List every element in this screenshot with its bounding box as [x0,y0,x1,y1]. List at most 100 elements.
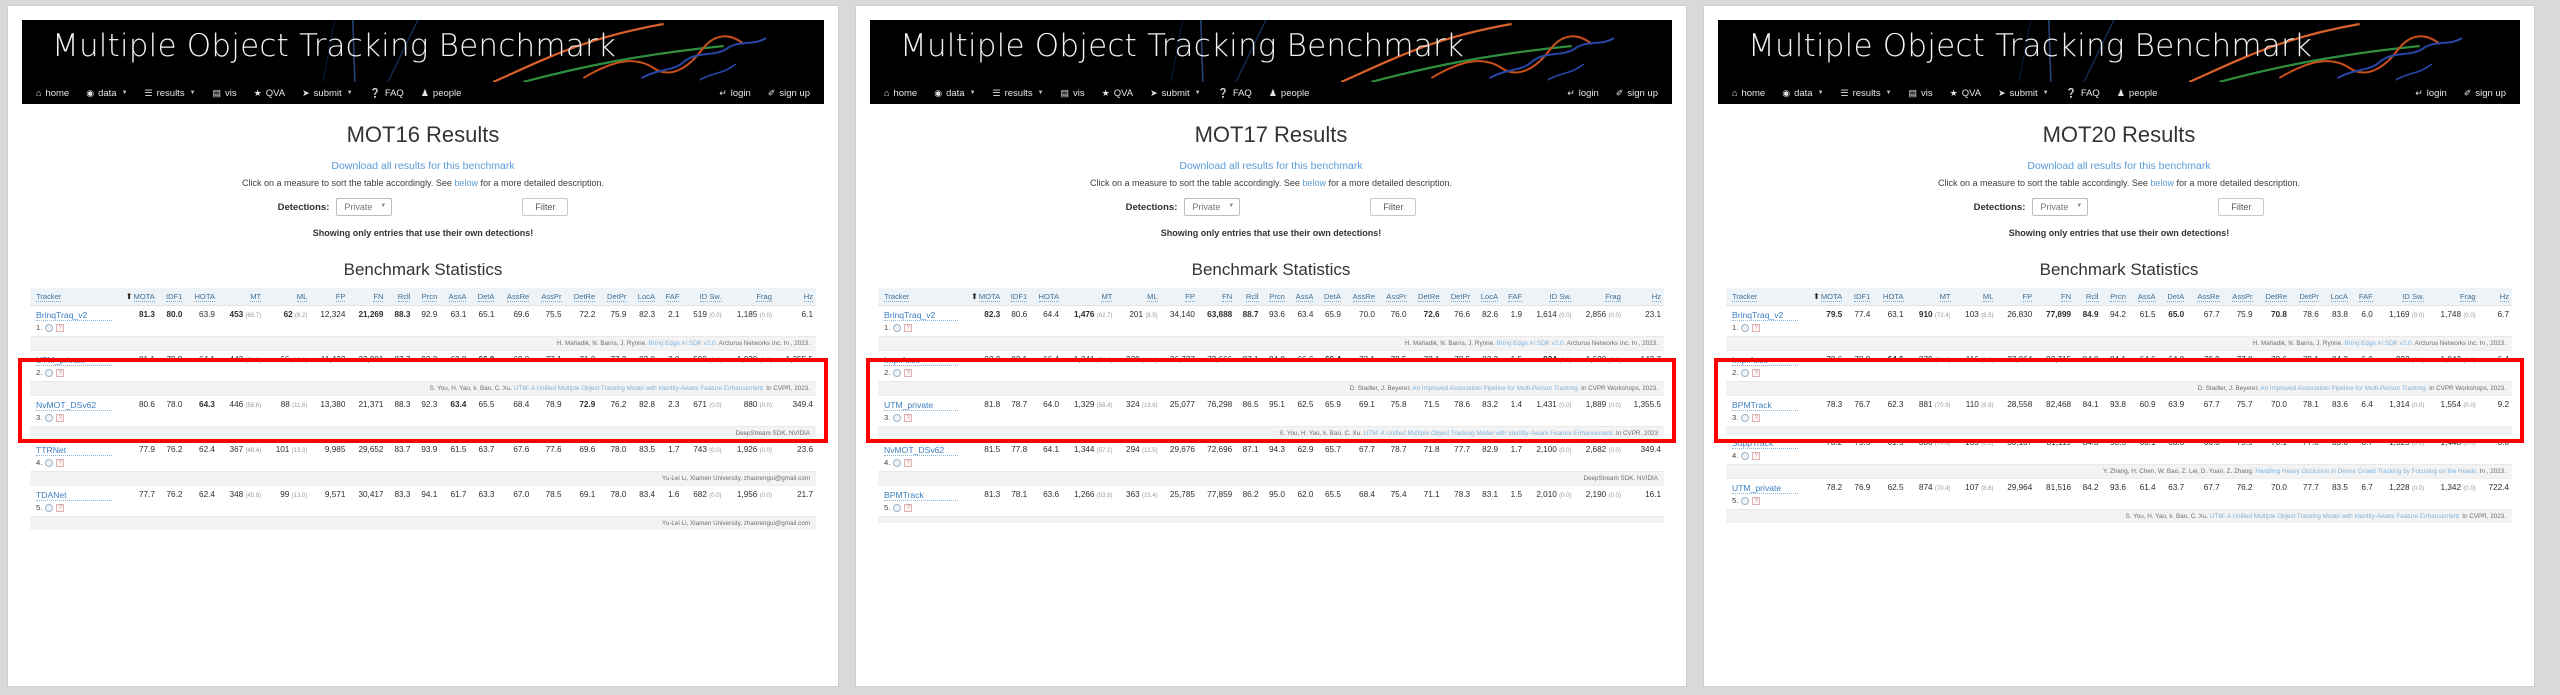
history-icon[interactable] [1741,323,1750,332]
column-header-rcll[interactable]: Rcll [1235,288,1262,306]
nav-item-vis[interactable]: ▤ vis [1909,88,1933,99]
tracker-link[interactable]: BrinqTraq_v2 [36,310,112,321]
tracker-link[interactable]: NvMOT_DSv62 [36,400,112,411]
question-icon[interactable]: ? [1752,368,1761,377]
question-icon[interactable]: ? [56,413,65,422]
history-icon[interactable] [893,413,902,422]
nav-item-login[interactable]: ↵ login [2415,88,2447,99]
column-header-faf[interactable]: FAF [1501,288,1526,306]
column-header-id-sw-[interactable]: ID Sw. [2375,288,2428,306]
below-link[interactable]: below [1302,178,1326,188]
column-header-fn[interactable]: FN [1197,288,1236,306]
column-header-tracker[interactable]: Tracker [30,288,115,306]
below-link[interactable]: below [2150,178,2174,188]
history-icon[interactable] [45,458,54,467]
detections-select[interactable]: Private ▼ [1184,198,1241,216]
table-row[interactable]: TDANet 5.? 77.7 76.2 62.4 348 (45.8) 99 (13.0)… [30,485,816,517]
column-header-id-sw-[interactable]: ID Sw. [1525,288,1575,306]
column-header-detre[interactable]: DetRe [564,288,599,306]
question-icon[interactable]: ? [1752,496,1761,505]
column-header-frag[interactable]: Frag [1574,288,1624,306]
nav-item-results[interactable]: ☰ results ▼ [145,88,196,99]
question-icon[interactable]: ? [1752,451,1761,460]
column-header-ml[interactable]: ML [264,288,311,306]
history-icon[interactable] [893,323,902,332]
table-row[interactable]: BPMTrack 3.? 78.3 76.7 62.3 881 (70.9) 110 (8.… [1726,395,2512,427]
history-icon[interactable] [45,323,54,332]
nav-item-login[interactable]: ↵ login [719,88,751,99]
nav-item-results[interactable]: ☰ results ▼ [1841,88,1892,99]
tracker-link[interactable]: UTM_private [884,400,959,411]
tracker-link[interactable]: NvMOT_DSv62 [884,445,959,456]
nav-item-home[interactable]: ⌂ home [36,88,69,99]
citation-title-link[interactable]: Brinq Edge AI SDK v2.0. [649,340,718,347]
citation-title-link[interactable]: UTM: A Unified Multiple Object Tracking … [1364,430,1614,437]
column-header-mota[interactable]: ⬆MOTA [1801,288,1846,306]
table-row[interactable]: BrinqTraq_v2 1.? 82.3 80.6 64.4 1,476 (62.7) 2… [878,305,1664,337]
column-header-assa[interactable]: AssA [2128,288,2159,306]
nav-item-data[interactable]: ◉ data ▼ [1782,88,1823,99]
table-row[interactable]: BrinqTraq_v2 1.? 79.5 77.4 63.1 910 (72.4) 103… [1726,305,2512,337]
citation-title-link[interactable]: Handling Heavy Occlusion in Dense Crowd … [2255,468,2478,475]
nav-item-data[interactable]: ◉ data ▼ [86,88,127,99]
nav-item-faq[interactable]: ❔ FAQ [2066,88,2100,99]
filter-button[interactable]: Filter [1370,198,1417,216]
citation-title-link[interactable]: An Improved Association Pipeline for Mul… [2260,385,2427,392]
column-header-faf[interactable]: FAF [658,288,683,306]
column-header-frag[interactable]: Frag [2427,288,2479,306]
table-row[interactable]: BrinqTraq_v2 1.? 81.3 80.0 63.9 453 (69.7) 62 … [30,305,816,337]
nav-item-faq[interactable]: ❔ FAQ [1218,88,1252,99]
question-icon[interactable]: ? [904,413,913,422]
column-header-tracker[interactable]: Tracker [878,288,962,306]
citation-title-link[interactable]: An Improved Association Pipeline for Mul… [1412,385,1579,392]
question-icon[interactable]: ? [904,323,913,332]
nav-item-login[interactable]: ↵ login [1567,88,1599,99]
column-header-prcn[interactable]: Prcn [1261,288,1288,306]
tracker-link[interactable]: TTRNet [36,445,112,456]
column-header-fn[interactable]: FN [2035,288,2075,306]
citation-title-link[interactable]: Brinq Edge AI SDK v2.0. [2345,340,2414,347]
question-icon[interactable]: ? [56,323,65,332]
column-header-mt[interactable]: MT [217,288,265,306]
tracker-link[interactable]: TDANet [36,490,112,501]
column-header-id-sw-[interactable]: ID Sw. [682,288,725,306]
nav-item-people[interactable]: ♟ people [1269,88,1310,99]
column-header-fn[interactable]: FN [348,288,387,306]
nav-item-vis[interactable]: ▤ vis [1061,88,1085,99]
table-row[interactable]: TTRNet 4.? 77.9 76.2 62.4 367 (48.4) 101 (13.3… [30,440,816,472]
column-header-detpr[interactable]: DetPr [598,288,630,306]
question-icon[interactable]: ? [904,458,913,467]
history-icon[interactable] [45,503,54,512]
detections-select[interactable]: Private ▼ [336,198,393,216]
history-icon[interactable] [1741,496,1750,505]
table-row[interactable]: BPMTrack 5.? 81.3 78.1 63.6 1,266 (53.8) 363 (… [878,485,1664,517]
column-header-loca[interactable]: LocA [1473,288,1502,306]
nav-item-vis[interactable]: ▤ vis [213,88,237,99]
nav-item-data[interactable]: ◉ data ▼ [934,88,975,99]
column-header-idf1[interactable]: IDF1 [1845,288,1874,306]
table-row[interactable]: UTM_private 2.? 81.1 78.8 64.1 442 (58.2) 66 (… [30,350,816,382]
column-header-fp[interactable]: FP [1996,288,2036,306]
history-icon[interactable] [893,503,902,512]
question-icon[interactable]: ? [56,368,65,377]
column-header-rcll[interactable]: Rcll [386,288,414,306]
citation-title-link[interactable]: UTM: A Unified Multiple Object Tracking … [2210,513,2460,520]
column-header-asspr[interactable]: AssPr [1377,288,1410,306]
column-header-asspr[interactable]: AssPr [532,288,565,306]
question-icon[interactable]: ? [904,503,913,512]
tracker-link[interactable]: ImprAsso [1732,355,1799,366]
nav-item-home[interactable]: ⌂ home [1732,88,1765,99]
column-header-prcn[interactable]: Prcn [2101,288,2129,306]
history-icon[interactable] [1741,368,1750,377]
history-icon[interactable] [893,368,902,377]
nav-item-people[interactable]: ♟ people [2117,88,2158,99]
nav-item-qva[interactable]: ★ QVA [1950,88,1981,99]
filter-button[interactable]: Filter [2218,198,2265,216]
column-header-frag[interactable]: Frag [724,288,775,306]
column-header-detre[interactable]: DetRe [1409,288,1443,306]
nav-item-people[interactable]: ♟ people [421,88,462,99]
column-header-detre[interactable]: DetRe [2255,288,2290,306]
column-header-rcll[interactable]: Rcll [2074,288,2102,306]
column-header-idf1[interactable]: IDF1 [157,288,186,306]
column-header-ml[interactable]: ML [1953,288,1997,306]
